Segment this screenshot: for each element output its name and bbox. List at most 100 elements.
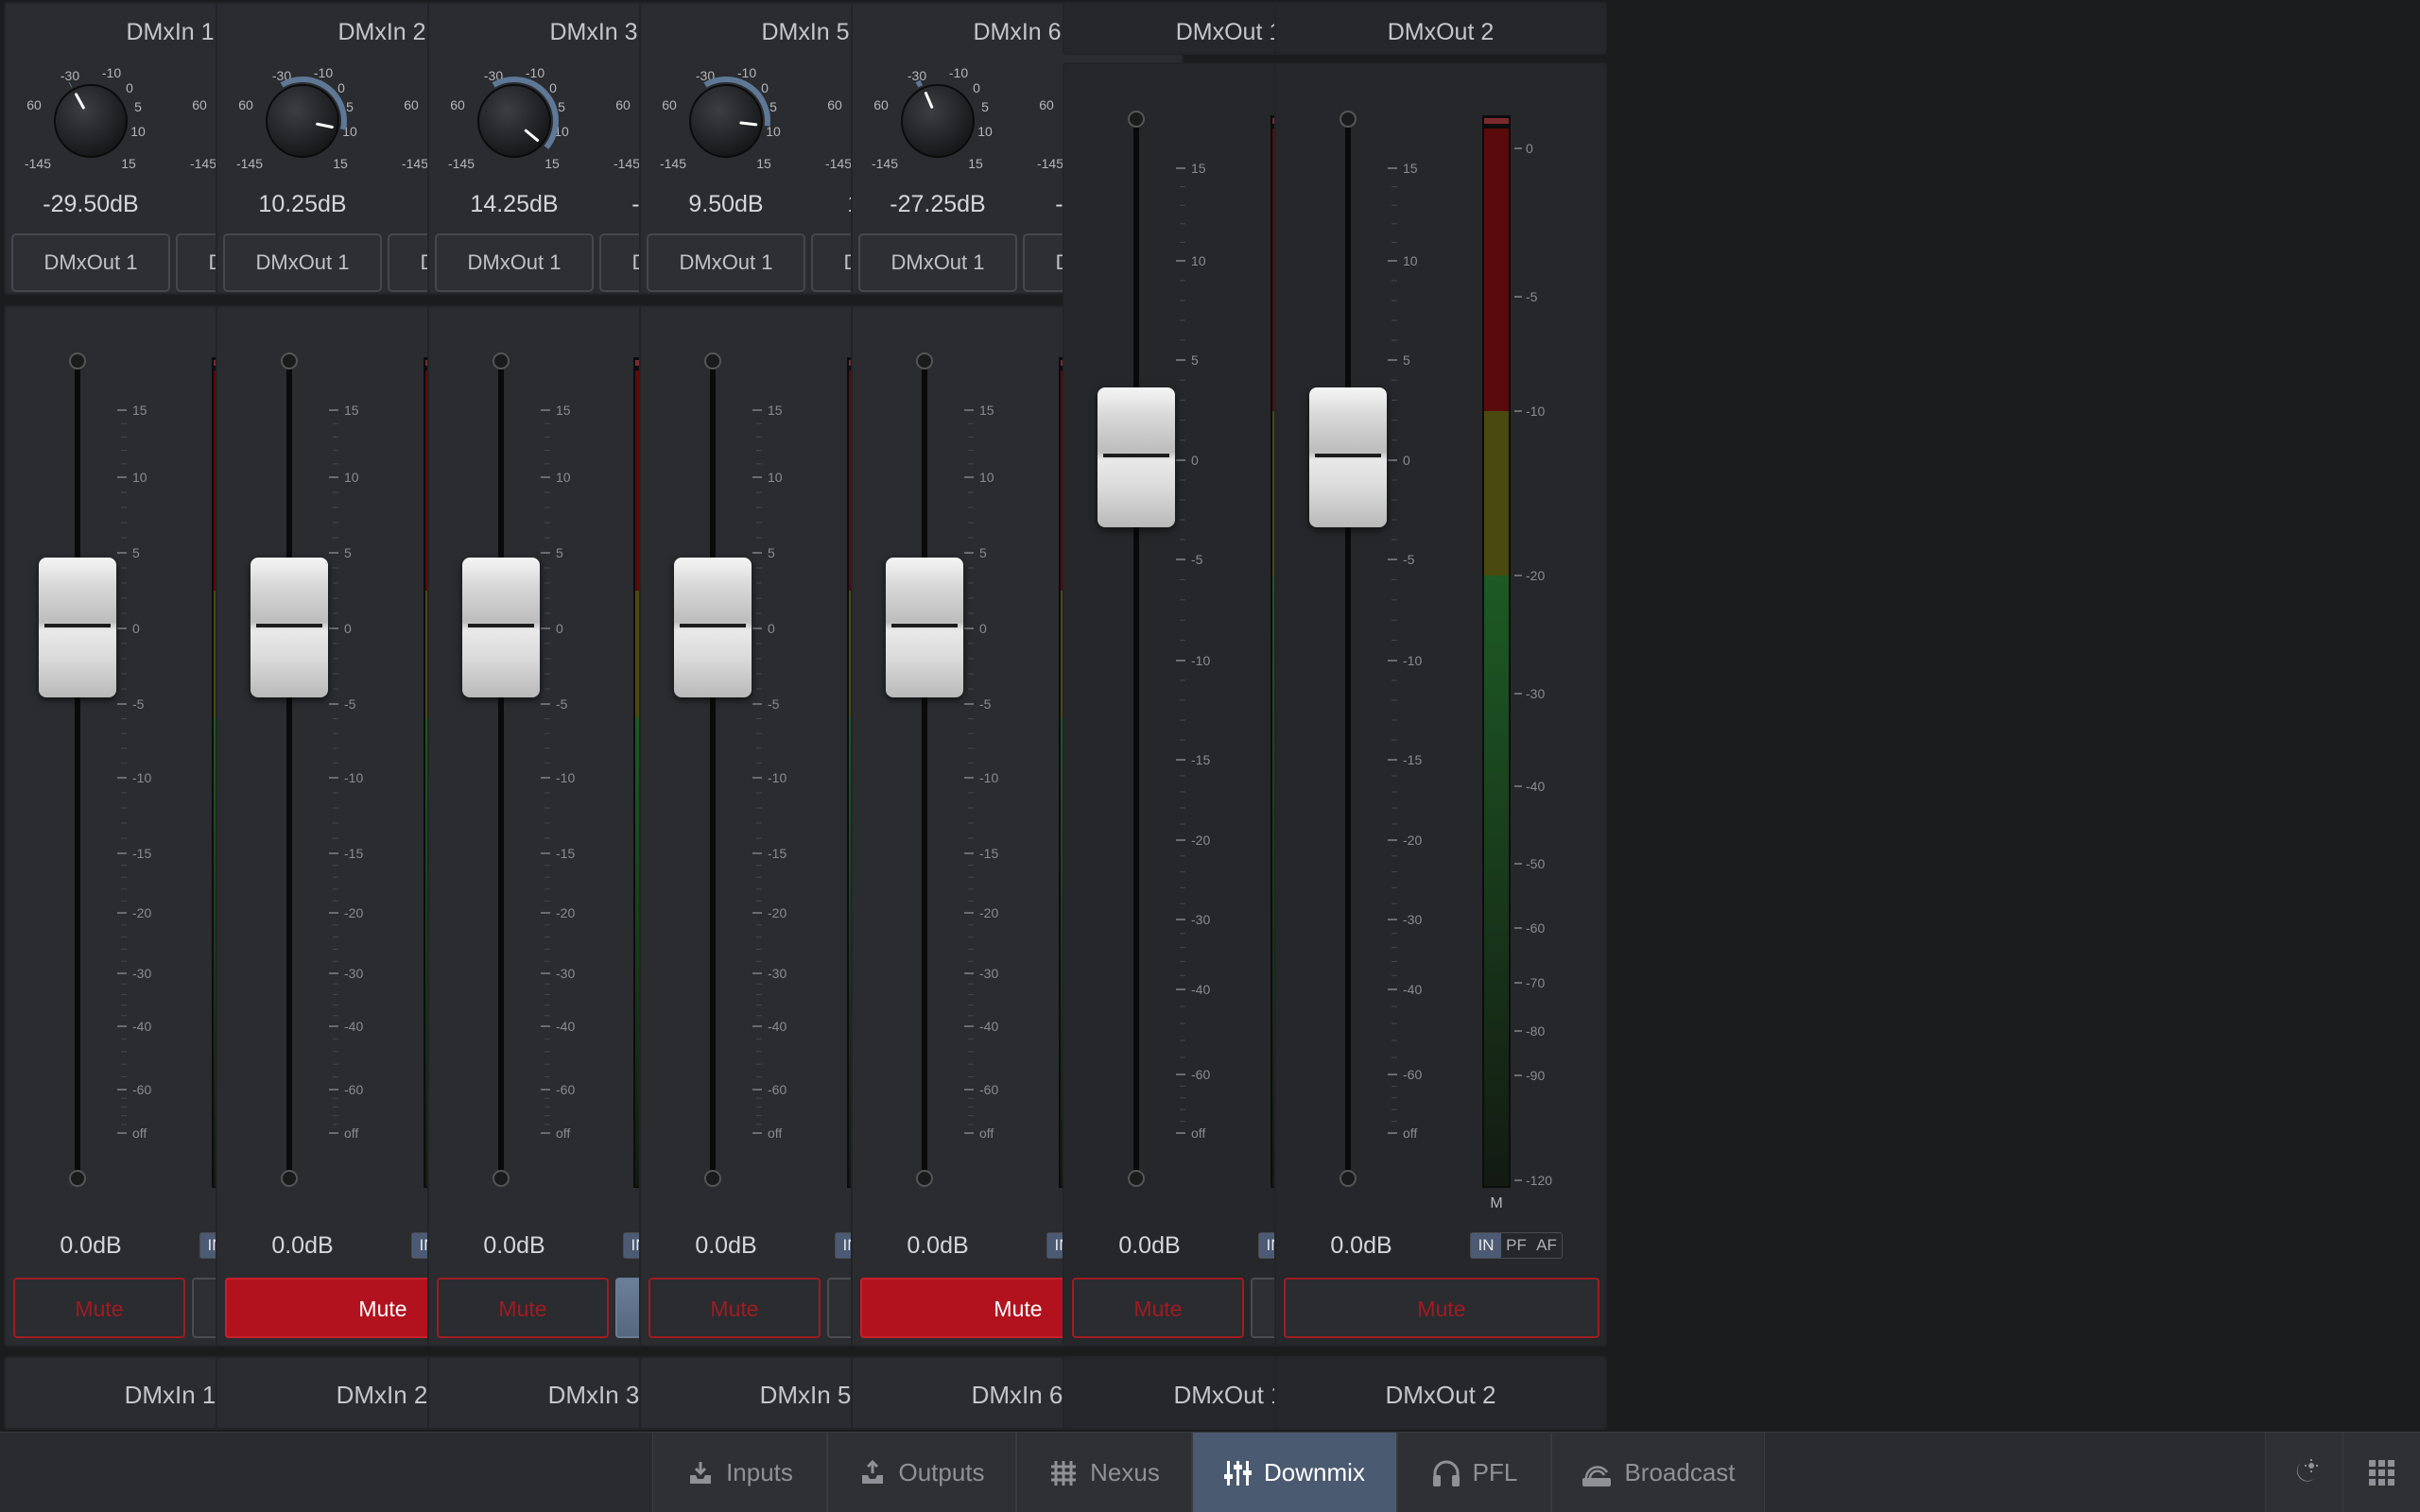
tab-nexus[interactable]: Nexus [1016,1433,1192,1512]
fader-endstop [281,1170,298,1187]
tab-outputs[interactable]: Outputs [827,1433,1016,1512]
fader-endstop [704,1170,721,1187]
knob-scale-label: 60 [827,97,842,112]
route-out1-button[interactable]: DMxOut 1 [223,233,382,292]
fader-endstop [916,352,933,369]
fader-endstop [1128,1170,1145,1187]
grid-menu-button[interactable] [2342,1433,2420,1512]
meter-source-af[interactable]: AF [1531,1233,1562,1258]
knob-scale-label: 60 [238,97,253,112]
fader-tick-label: 0 [979,621,987,636]
fader-tick-label: -20 [768,905,786,920]
strip-footer[interactable]: DMxOut 2 [1274,1356,1607,1430]
tab-label: Nexus [1090,1458,1160,1486]
fader-tick-label: 10 [556,470,571,485]
fader-tick-label: -40 [556,1019,575,1034]
gain-knob-1[interactable]: -30 -10 0 5 10 15 60 -145 [15,62,166,176]
fader-handle[interactable] [886,558,963,697]
fader-tick-label: -60 [556,1082,575,1097]
fader-tick-label: 15 [556,403,571,418]
fader-tick-label: -5 [1403,552,1415,567]
grid-menu-icon [2368,1459,2394,1486]
meter-channel-label: M [1490,1195,1502,1211]
gain-knob-1[interactable]: -30 -10 0 5 10 15 60 -145 [439,62,590,176]
broadcast-icon [1582,1465,1612,1486]
fader-tick-label: off [344,1125,358,1141]
fader-tick-label: off [768,1125,782,1141]
fader-endstop [69,352,86,369]
nexus-icon [1051,1460,1077,1486]
fader-handle[interactable] [462,558,540,697]
meter-tick-label: -30 [1526,686,1545,701]
fader-handle[interactable] [1309,387,1387,527]
gain-readout-1: 9.50dB [688,191,764,217]
fader-handle[interactable] [674,558,752,697]
fader-tick-label: 0 [1403,453,1410,468]
knob-scale-label: 15 [968,156,983,171]
fader-tick-label: -15 [1403,752,1422,767]
knob-scale-label: -145 [872,156,898,171]
knob-scale-label: -10 [737,65,756,80]
route-out1-button[interactable]: DMxOut 1 [11,233,170,292]
meter-peak-indicator [1484,118,1509,124]
knob-scale-label: 5 [558,99,565,114]
mute-button[interactable]: Mute [1284,1278,1599,1338]
meter-source-pf[interactable]: PF [1501,1233,1531,1258]
knob-scale-label: -145 [236,156,263,171]
tab-pfl[interactable]: PFL [1397,1433,1551,1512]
fader-tick-label: off [556,1125,570,1141]
gain-knob-1[interactable]: -30 -10 0 5 10 15 60 -145 [227,62,378,176]
tab-downmix[interactable]: Downmix [1192,1433,1397,1512]
fader-tick-label: -20 [979,905,998,920]
fader-tick-label: -30 [556,966,575,981]
gain-knob-1[interactable]: -30 -10 0 5 10 15 60 -145 [862,62,1013,176]
fader-handle[interactable] [251,558,328,697]
route-out1-button[interactable]: DMxOut 1 [435,233,594,292]
tab-label: Broadcast [1624,1458,1736,1486]
fader-tick-label: -10 [768,770,786,785]
mute-button[interactable]: Mute [1072,1278,1244,1338]
tab-inputs[interactable]: Inputs [652,1433,827,1512]
fader-tick-label: -30 [132,966,151,981]
meter-source-in[interactable]: IN [1471,1233,1501,1258]
knob-scale-label: 60 [450,97,465,112]
fader-tick-label: -10 [556,770,575,785]
route-out1-button[interactable]: DMxOut 1 [647,233,805,292]
fader-tick-label: -5 [132,696,145,712]
fader-tick-label: -60 [1191,1067,1210,1082]
mute-button[interactable]: Mute [13,1278,185,1338]
tab-label: Downmix [1264,1458,1365,1486]
gain-knob-1[interactable]: -30 -10 0 5 10 15 60 -145 [650,62,802,176]
mute-button[interactable]: Mute [648,1278,821,1338]
fader-tick-label: -5 [979,696,992,712]
fader-level-readout: 0.0dB [907,1232,969,1259]
tab-broadcast[interactable]: Broadcast [1551,1433,1765,1512]
knob-scale-label: 60 [404,97,419,112]
knob-scale-label: 15 [333,156,348,171]
fader-tick-label: 15 [344,403,359,418]
route-out1-button[interactable]: DMxOut 1 [858,233,1017,292]
knob-scale-label: 60 [192,97,207,112]
fader-tick-label: 10 [1191,253,1206,268]
knob-scale-label: -145 [25,156,51,171]
fader-tick-label: 5 [1403,352,1410,368]
knob-arc [915,79,923,88]
tab-label: Inputs [726,1458,793,1486]
fader-tick-label: 5 [132,545,140,560]
meter-tick-label: -10 [1526,404,1545,419]
inbox-download-icon [690,1461,712,1484]
fader-handle[interactable] [1098,387,1175,527]
night-mode-button[interactable] [2265,1433,2342,1512]
knob-scale-label: -145 [448,156,475,171]
mute-button[interactable]: Mute [437,1278,609,1338]
fader-tick-label: -10 [979,770,998,785]
fader-tick-label: -15 [979,846,998,861]
knob-scale-label: 60 [26,97,42,112]
gain-readout-1: 14.25dB [470,191,559,217]
fader-tick-label: 0 [556,621,563,636]
meter-source-selector[interactable]: INPFAF [1470,1232,1563,1259]
fader-handle[interactable] [39,558,116,697]
fader-tick-label: off [132,1125,147,1141]
knob-body [266,84,339,158]
knob-scale-label: -145 [660,156,686,171]
